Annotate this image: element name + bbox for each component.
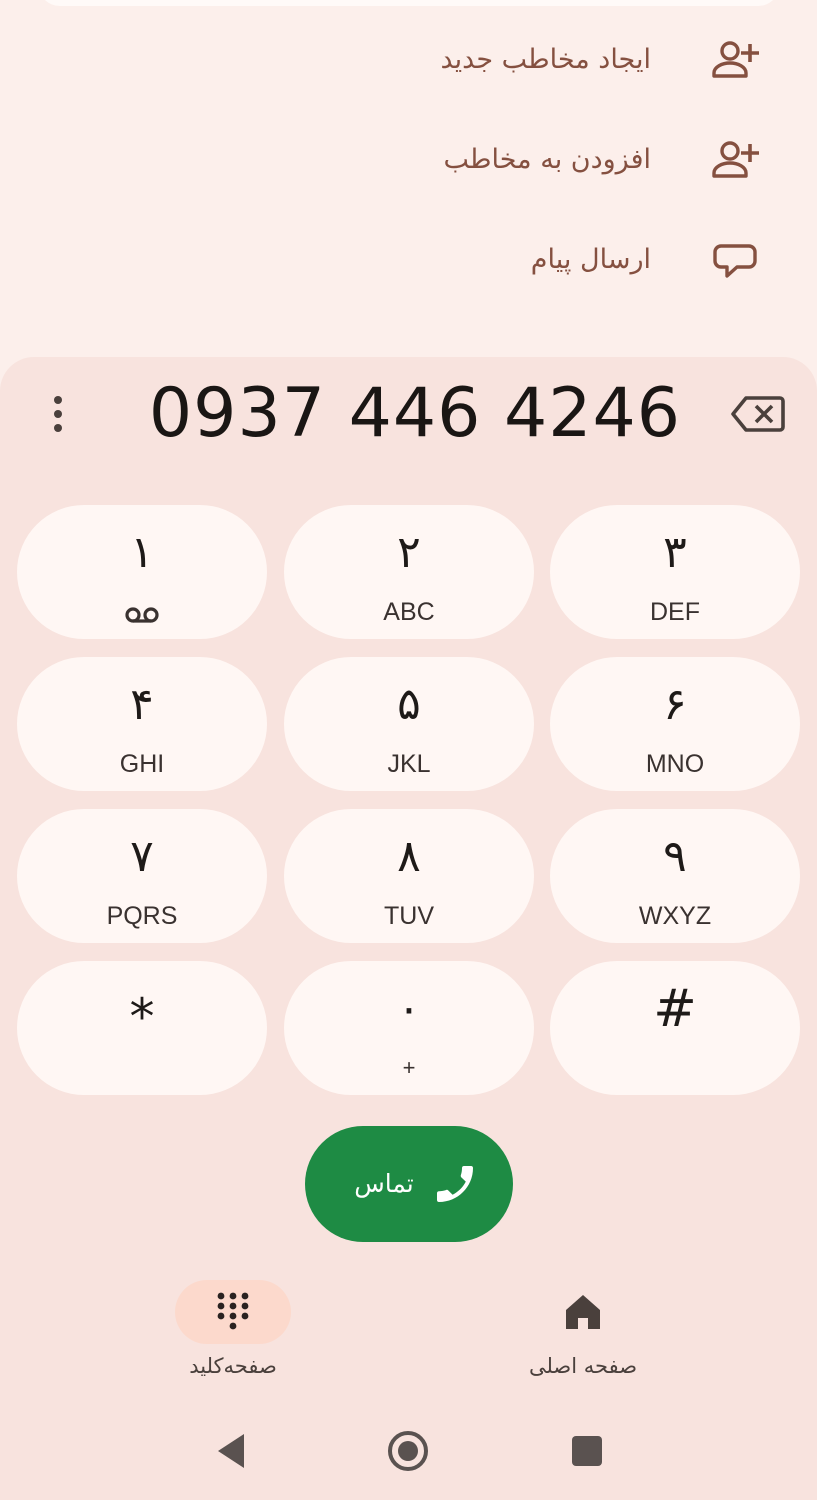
key-3[interactable]: ۳ DEF (550, 505, 800, 639)
create-new-contact-label: ایجاد مخاطب جدید (440, 44, 651, 75)
key-digit: ۷ (130, 831, 154, 882)
key-digit: ۶ (663, 679, 687, 730)
recents-icon[interactable] (562, 1426, 612, 1476)
key-7[interactable]: ۷ PQRS (17, 809, 267, 943)
backspace-icon[interactable] (730, 392, 786, 436)
key-letters: DEF (650, 598, 700, 626)
key-2[interactable]: ۲ ABC (284, 505, 534, 639)
message-icon (713, 244, 757, 278)
key-digit: * (129, 988, 155, 1046)
key-8[interactable]: ۸ TUV (284, 809, 534, 943)
dialpad-icon (217, 1292, 249, 1330)
key-digit: ۳ (663, 527, 687, 578)
call-button[interactable]: تماس (305, 1126, 513, 1242)
key-letters: JKL (387, 750, 431, 778)
key-digit: ۸ (397, 831, 421, 882)
person-add-icon (712, 41, 759, 78)
key-letters: GHI (119, 750, 165, 778)
key-0[interactable]: ۰ + (284, 961, 534, 1095)
tab-home[interactable]: صفحه اصلی (483, 1280, 683, 1390)
key-digit: ۵ (397, 679, 421, 730)
back-icon[interactable] (206, 1426, 256, 1476)
phone-icon (437, 1166, 473, 1202)
key-letters: PQRS (106, 902, 178, 930)
person-add-icon (712, 141, 759, 178)
voicemail-icon (125, 607, 159, 623)
key-9[interactable]: ۹ WXYZ (550, 809, 800, 943)
key-hash[interactable]: # (550, 961, 800, 1095)
key-4[interactable]: ۴ GHI (17, 657, 267, 791)
key-1[interactable]: ۱ (17, 505, 267, 639)
key-5[interactable]: ۵ JKL (284, 657, 534, 791)
key-digit: ۴ (130, 679, 154, 730)
key-letters: MNO (645, 750, 705, 778)
key-digit: ۲ (397, 527, 421, 578)
key-letters: TUV (384, 902, 434, 930)
home-circle-icon[interactable] (383, 1426, 433, 1476)
send-message-label: ارسال پیام (530, 244, 651, 275)
key-digit: ۱ (130, 527, 154, 578)
key-digit: ۹ (663, 831, 687, 882)
key-star[interactable]: * (17, 961, 267, 1095)
key-letters: ABC (383, 598, 435, 626)
home-icon (566, 1295, 600, 1329)
more-vert-icon[interactable] (40, 394, 76, 434)
key-digit: # (653, 979, 697, 1039)
create-new-contact-row[interactable]: ایجاد مخاطب جدید (0, 20, 817, 100)
dialed-number[interactable]: 0937 446 4246 (110, 370, 720, 458)
tab-keypad[interactable]: صفحه‌کلید (133, 1280, 333, 1390)
key-letters: + (402, 1055, 416, 1080)
key-letters: WXYZ (638, 902, 712, 930)
key-6[interactable]: ۶ MNO (550, 657, 800, 791)
add-to-contact-label: افزودن به مخاطب (443, 144, 651, 175)
send-message-row[interactable]: ارسال پیام (0, 220, 817, 300)
tab-home-label: صفحه اصلی (528, 1354, 638, 1378)
add-to-contact-row[interactable]: افزودن به مخاطب (0, 120, 817, 200)
tab-keypad-label: صفحه‌کلید (189, 1354, 277, 1378)
key-digit: ۰ (397, 983, 421, 1034)
previous-card (38, 0, 780, 6)
call-label: تماس (354, 1169, 414, 1198)
